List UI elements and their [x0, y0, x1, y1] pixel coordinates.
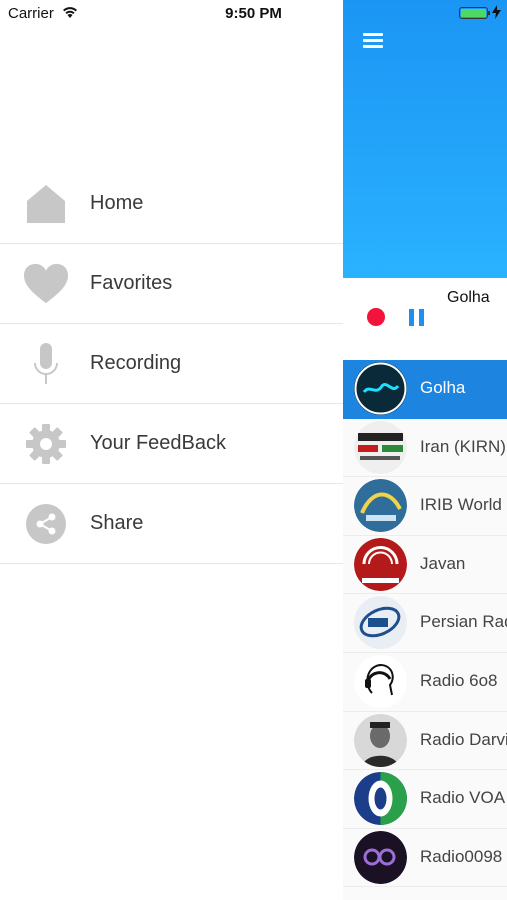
gear-icon [24, 422, 68, 466]
station-name: Iran (KIRN) [420, 436, 506, 456]
station-logo [354, 713, 407, 767]
station-row-radio0098[interactable]: Radio0098 [343, 829, 507, 888]
charging-bolt-icon [492, 5, 501, 19]
station-row-radio-voa[interactable]: Radio VOA [343, 770, 507, 829]
station-logo [354, 830, 407, 884]
heart-icon [24, 262, 68, 306]
station-logo [354, 537, 407, 591]
station-name: Radio0098 [420, 846, 503, 866]
side-menu: Home Favorites Recording Your FeedBack S… [0, 0, 343, 900]
menu-item-home[interactable]: Home [0, 164, 343, 244]
station-name: Radio VOA [420, 788, 506, 808]
menu-item-label: Recording [90, 352, 182, 374]
station-name: Radio 6o8 [420, 670, 498, 690]
station-row-radio-6o8[interactable]: Radio 6o8 [343, 653, 507, 712]
station-row-iran-kirn[interactable]: Iran (KIRN) [343, 419, 507, 478]
station-logo [354, 654, 407, 708]
station-logo [354, 772, 407, 826]
record-button[interactable] [367, 308, 385, 326]
station-row-persian-radio[interactable]: Persian Rad [343, 594, 507, 653]
station-row-irib-world[interactable]: IRIB World S [343, 477, 507, 536]
status-bar: Carrier 9:50 PM [0, 0, 507, 28]
station-name: Javan [420, 553, 466, 573]
menu-item-label: Share [90, 512, 144, 534]
now-playing-title: Golha [447, 289, 490, 306]
station-list: Golha Iran (KIRN) IRIB World Javan Persi… [343, 360, 507, 888]
microphone-icon [24, 342, 68, 386]
station-logo [354, 420, 407, 474]
menu-item-label: Your FeedBack [90, 432, 227, 454]
station-name: Radio Darvi [420, 729, 507, 749]
app-header [343, 0, 507, 278]
home-icon [24, 182, 68, 226]
pause-button[interactable] [409, 309, 425, 326]
station-row-radio-darvish[interactable]: Radio Darvi [343, 712, 507, 771]
station-logo [354, 479, 407, 533]
station-row-golha[interactable]: Golha [343, 360, 507, 419]
main-content: Golha Golha Iran (KIRN) IRIB World Javan… [343, 0, 507, 900]
station-logo [354, 596, 407, 650]
station-row-javan[interactable]: Javan [343, 536, 507, 595]
station-name: IRIB World S [420, 495, 507, 515]
menu-item-label: Favorites [90, 272, 173, 294]
battery-tip [488, 11, 490, 15]
hamburger-menu-icon[interactable] [363, 33, 383, 49]
clock: 9:50 PM [225, 5, 282, 22]
share-icon [24, 502, 68, 546]
menu-item-share[interactable]: Share [0, 484, 343, 564]
station-name: Golha [420, 378, 466, 397]
menu-item-recording[interactable]: Recording [0, 324, 343, 404]
player-bar: Golha [343, 278, 507, 360]
battery-icon [459, 7, 488, 19]
station-logo [354, 362, 407, 415]
menu-list: Home Favorites Recording Your FeedBack S… [0, 164, 343, 564]
menu-item-feedback[interactable]: Your FeedBack [0, 404, 343, 484]
station-name: Persian Rad [420, 612, 507, 632]
menu-item-favorites[interactable]: Favorites [0, 244, 343, 324]
menu-item-label: Home [90, 192, 144, 214]
